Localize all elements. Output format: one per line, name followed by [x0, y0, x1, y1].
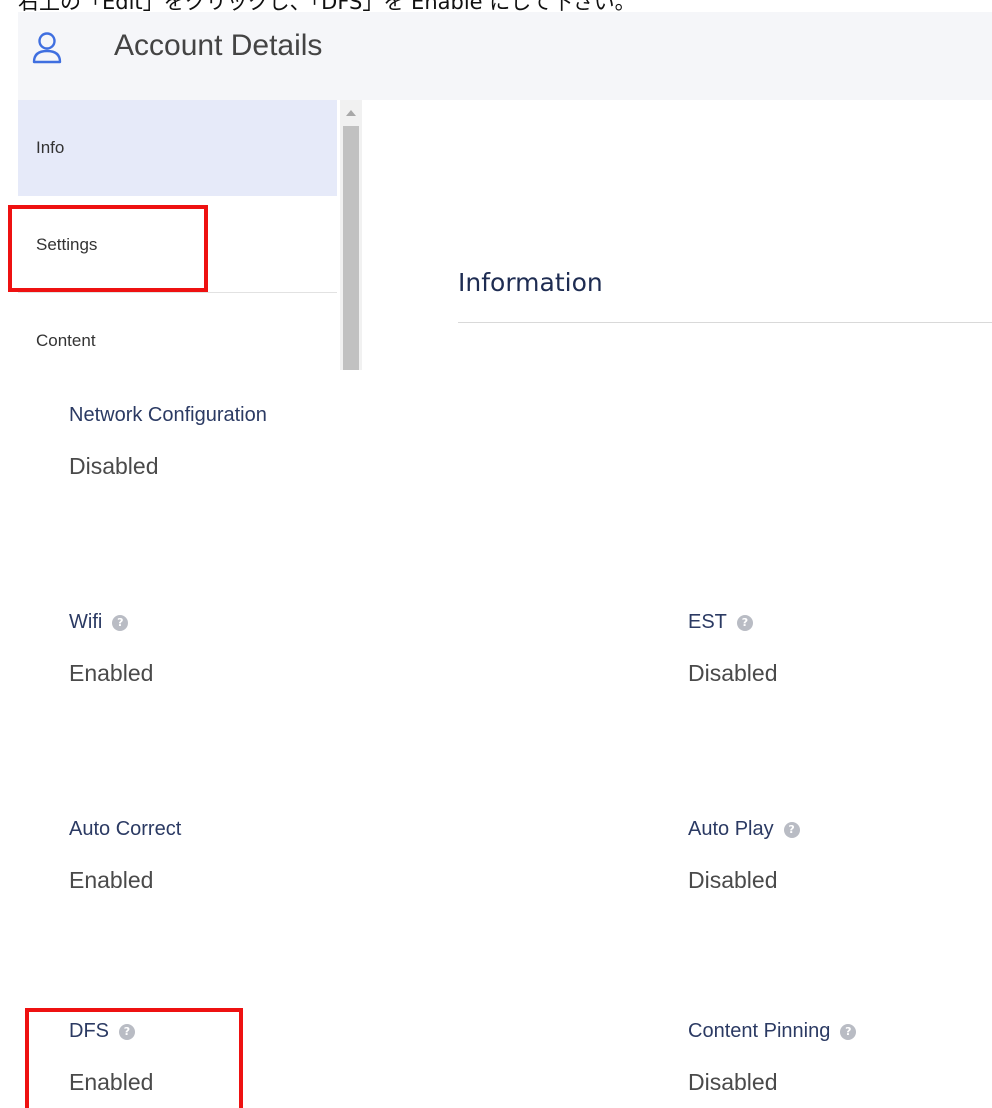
auto-correct-label: Auto Correct — [69, 818, 182, 840]
wifi-value: Enabled — [69, 660, 154, 686]
auto-play-label: Auto Play? — [688, 818, 800, 841]
sidebar-scrollbar[interactable] — [340, 100, 362, 370]
help-icon[interactable]: ? — [112, 614, 129, 631]
wifi-label-text: Wifi — [69, 611, 103, 633]
highlight-box-settings — [8, 205, 208, 292]
sidebar-item-content[interactable]: Content — [18, 293, 337, 389]
scrollbar-thumb[interactable] — [343, 126, 359, 370]
help-icon[interactable]: ? — [783, 821, 800, 838]
est-value: Disabled — [688, 660, 778, 686]
est-label-text: EST — [688, 611, 727, 633]
help-icon[interactable]: ? — [840, 1023, 857, 1040]
network-configuration-label: Network Configuration — [69, 404, 267, 426]
highlight-box-dfs — [25, 1008, 243, 1108]
est-label: EST? — [688, 611, 753, 634]
page-title: Account Details — [114, 29, 323, 62]
content-pinning-label: Content Pinning? — [688, 1020, 857, 1043]
instruction-caption: 右上の「Edit」をクリックし、「DFS」を Enable にして下さい。 — [18, 0, 636, 12]
section-title: Information — [458, 268, 603, 297]
scroll-up-arrow-icon[interactable] — [346, 110, 356, 116]
section-divider — [458, 322, 992, 323]
auto-play-value: Disabled — [688, 867, 778, 893]
user-icon — [32, 32, 62, 64]
content-pinning-value: Disabled — [688, 1069, 778, 1095]
wifi-label: Wifi? — [69, 611, 129, 634]
auto-correct-value: Enabled — [69, 867, 154, 893]
help-icon[interactable]: ? — [736, 614, 753, 631]
page-header: Account Details — [18, 12, 992, 100]
auto-play-label-text: Auto Play — [688, 818, 774, 840]
network-configuration-value: Disabled — [69, 453, 159, 479]
content-pinning-label-text: Content Pinning — [688, 1020, 831, 1042]
sidebar-item-info[interactable]: Info — [18, 100, 337, 196]
